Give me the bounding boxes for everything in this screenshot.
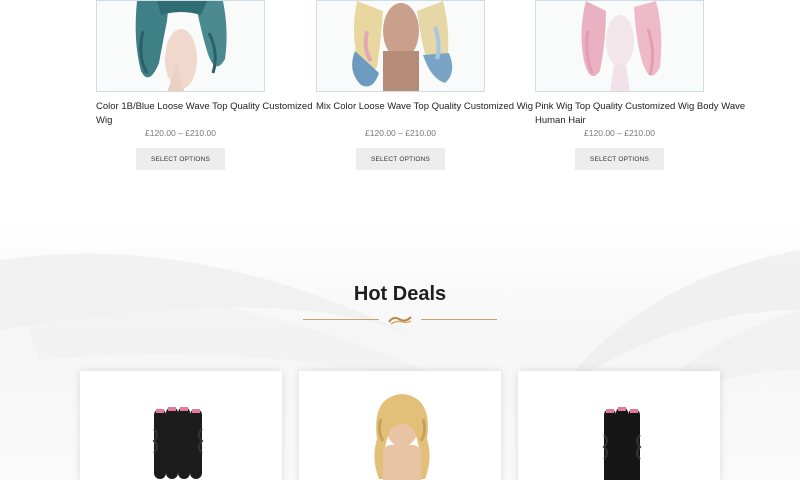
section-title: Hot Deals: [353, 283, 447, 305]
product-price: £120.00 – £210.00: [584, 128, 655, 138]
product-name[interactable]: Mix Color Loose Wave Top Quality Customi…: [316, 100, 536, 114]
mixed-color-wig-image: [317, 1, 484, 91]
select-options-button[interactable]: SELECT OPTIONS: [575, 148, 664, 170]
product-grid: Color 1B/Blue Loose Wave Top Quality Cus…: [0, 0, 800, 200]
hair-wave-icon: [388, 316, 412, 325]
product-price: £120.00 – £210.00: [365, 128, 436, 138]
product-image[interactable]: [535, 0, 704, 92]
title-divider: [303, 315, 497, 325]
divider-line-left: [303, 319, 379, 320]
product-image[interactable]: [316, 0, 485, 92]
product-name[interactable]: Pink Wig Top Quality Customized Wig Body…: [535, 100, 755, 128]
black-deep-wave-bundles-image: [602, 407, 642, 480]
black-curly-bundles-image: [152, 407, 204, 479]
select-options-button[interactable]: SELECT OPTIONS: [136, 148, 225, 170]
deal-card[interactable]: [299, 371, 501, 480]
hot-deals-section: Hot Deals: [0, 220, 800, 480]
teal-wig-image: [97, 1, 264, 91]
divider-line-right: [421, 319, 497, 320]
product-price: £120.00 – £210.00: [145, 128, 216, 138]
deal-card[interactable]: [518, 371, 720, 480]
product-name[interactable]: Color 1B/Blue Loose Wave Top Quality Cus…: [96, 100, 316, 128]
deal-card[interactable]: [80, 371, 282, 480]
product-image[interactable]: [96, 0, 265, 92]
pink-wig-image: [536, 1, 703, 91]
select-options-button[interactable]: SELECT OPTIONS: [356, 148, 445, 170]
blonde-curly-wig-image: [374, 394, 430, 480]
